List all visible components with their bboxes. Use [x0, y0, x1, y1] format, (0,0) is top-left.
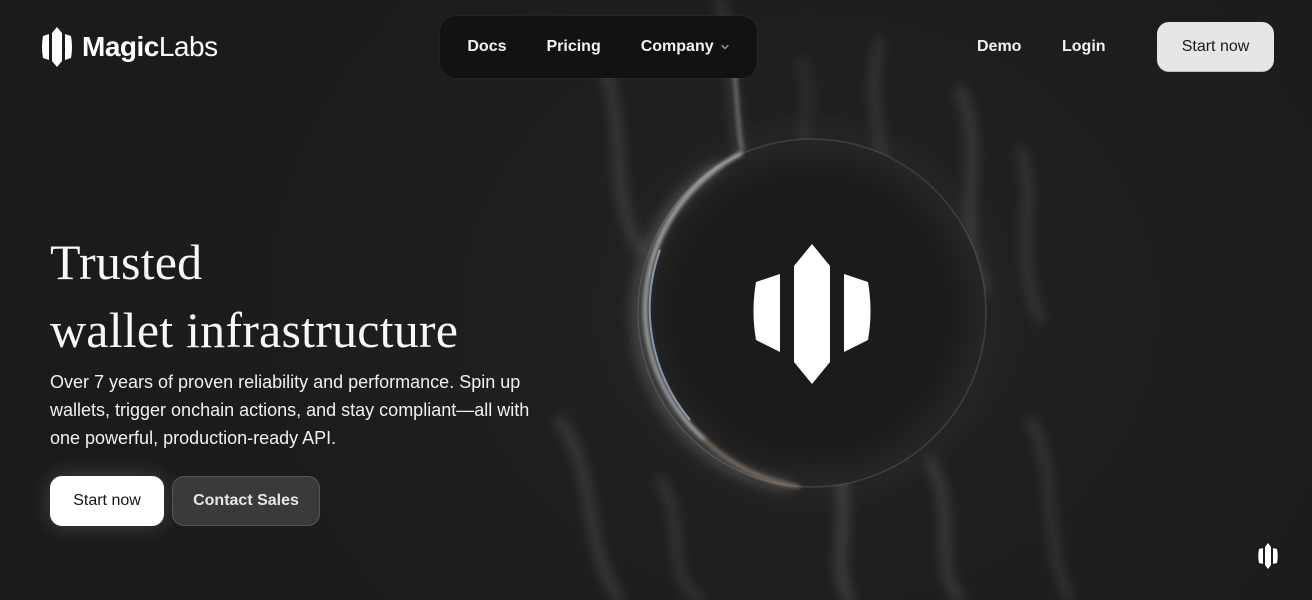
nav-pricing[interactable]: Pricing	[546, 38, 600, 56]
magic-logo-small-icon	[1258, 543, 1278, 569]
chevron-down-icon	[720, 44, 729, 50]
contact-sales-button[interactable]: Contact Sales	[172, 476, 320, 526]
brand-name-bold: Magic	[82, 31, 159, 62]
nav-pricing-label: Pricing	[546, 38, 601, 55]
hero-subtitle: Over 7 years of proven reliability and p…	[50, 372, 530, 448]
main-nav: Docs Pricing Company	[440, 16, 757, 78]
brand-logo[interactable]: MagicLabs	[40, 26, 218, 68]
brand-name: MagicLabs	[82, 33, 218, 61]
brand-name-light: Labs	[158, 31, 218, 62]
login-link[interactable]: Login	[1062, 38, 1106, 56]
nav-docs[interactable]: Docs	[467, 38, 506, 56]
demo-link[interactable]: Demo	[977, 38, 1021, 56]
hero-title-line-2: wallet infrastructure	[50, 302, 459, 358]
header-start-now-button[interactable]: Start now	[1157, 22, 1274, 72]
chat-widget-button[interactable]	[1254, 542, 1282, 570]
hero-title-line-1: Trusted	[50, 234, 203, 290]
magic-mark-icon	[753, 244, 871, 384]
hero-start-now-button[interactable]: Start now	[50, 476, 164, 526]
magic-logo-icon	[42, 27, 72, 67]
hero-title: Trusted wallet infrastructure	[50, 228, 610, 364]
nav-docs-label: Docs	[467, 38, 507, 55]
landing-page: MagicLabs Docs Pricing Company Demo Logi…	[0, 0, 1312, 600]
nav-company-label: Company	[640, 38, 714, 55]
nav-company-dropdown[interactable]: Company	[641, 38, 730, 56]
